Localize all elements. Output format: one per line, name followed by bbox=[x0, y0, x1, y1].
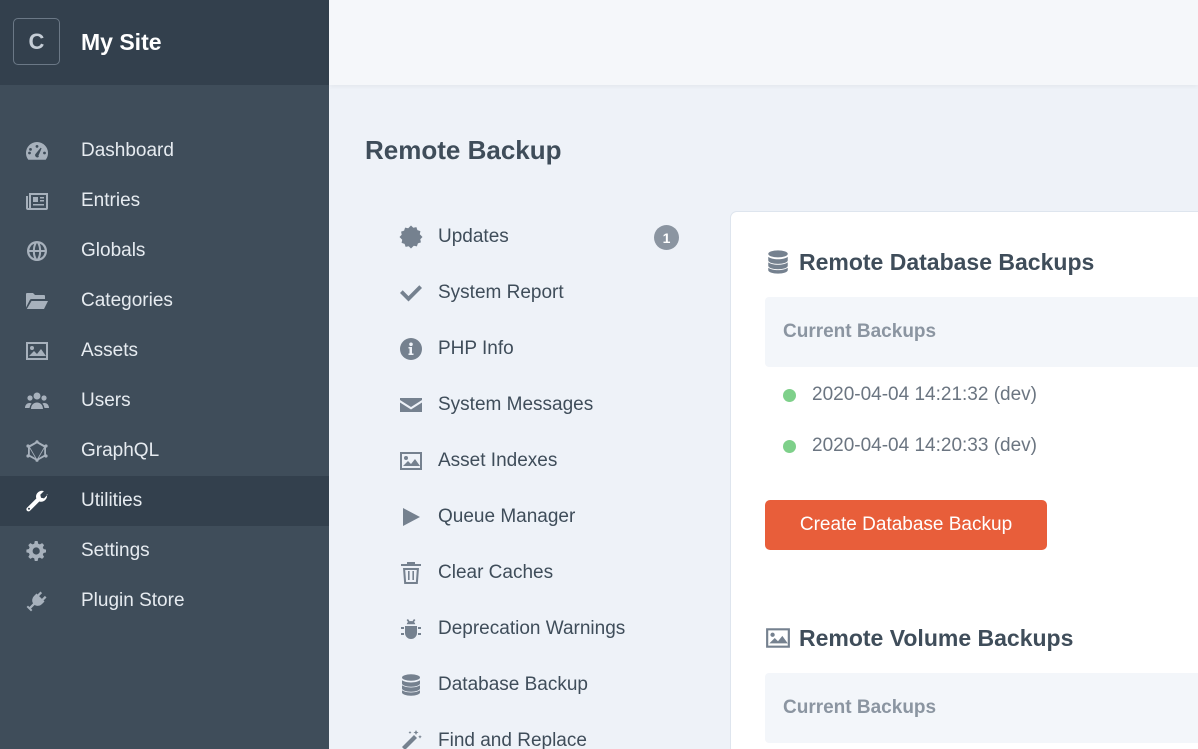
utility-item-label: Asset Indexes bbox=[438, 450, 558, 471]
globe-icon bbox=[24, 240, 50, 262]
bug-icon bbox=[398, 617, 424, 641]
utility-item-label: System Messages bbox=[438, 394, 594, 415]
folder-open-icon bbox=[24, 290, 50, 312]
utility-item-php-info[interactable]: PHP Info bbox=[398, 321, 698, 377]
sidebar-item-label: Utilities bbox=[81, 490, 143, 511]
sidebar-item-label: Settings bbox=[81, 540, 150, 561]
create-database-backup-button[interactable]: Create Database Backup bbox=[765, 500, 1047, 550]
sidebar: C My Site Dashboard Entries Globals Cate… bbox=[0, 0, 329, 749]
sidebar-item-globals[interactable]: Globals bbox=[0, 226, 329, 276]
utility-item-deprecation-warnings[interactable]: Deprecation Warnings bbox=[398, 601, 698, 657]
utility-item-label: Queue Manager bbox=[438, 506, 576, 527]
sidebar-item-label: Entries bbox=[81, 190, 141, 211]
list-item[interactable]: 2020-04-04 14:21:32 (dev) bbox=[783, 382, 1037, 408]
site-header: C My Site bbox=[0, 0, 329, 85]
volume-backups-table-header: Current Backups bbox=[765, 673, 1198, 743]
utility-item-label: Database Backup bbox=[438, 674, 588, 695]
updates-count-badge: 1 bbox=[654, 225, 679, 250]
volume-backups-header-label: Current Backups bbox=[783, 697, 937, 718]
site-name[interactable]: My Site bbox=[81, 27, 162, 57]
newspaper-icon bbox=[24, 190, 50, 212]
sidebar-item-settings[interactable]: Settings bbox=[0, 526, 329, 576]
sidebar-item-graphql[interactable]: GraphQL bbox=[0, 426, 329, 476]
envelope-icon bbox=[398, 393, 424, 417]
site-logo[interactable]: C bbox=[13, 18, 60, 65]
status-dot bbox=[783, 439, 796, 453]
backup-timestamp: 2020-04-04 14:20:33 (dev) bbox=[812, 435, 1037, 456]
utilities-nav: Updates 1 System Report PHP Info System … bbox=[398, 209, 698, 749]
sidebar-item-categories[interactable]: Categories bbox=[0, 276, 329, 326]
badge-gear-icon bbox=[398, 225, 424, 249]
db-backups-title: Remote Database Backups bbox=[799, 249, 1095, 275]
sidebar-item-utilities[interactable]: Utilities bbox=[0, 476, 329, 526]
sidebar-item-label: Dashboard bbox=[81, 140, 174, 161]
gear-icon bbox=[24, 540, 50, 562]
image-icon bbox=[24, 340, 50, 362]
magic-wand-icon bbox=[398, 729, 424, 749]
status-dot bbox=[783, 388, 796, 402]
image-icon bbox=[766, 628, 790, 648]
utility-item-label: Clear Caches bbox=[438, 562, 554, 583]
database-icon bbox=[768, 250, 788, 274]
utility-item-asset-indexes[interactable]: Asset Indexes bbox=[398, 433, 698, 489]
utility-item-label: Updates bbox=[438, 226, 509, 247]
sidebar-item-entries[interactable]: Entries bbox=[0, 176, 329, 226]
db-backups-heading: Remote Database Backups bbox=[765, 248, 1094, 276]
image-icon bbox=[398, 449, 424, 473]
backup-timestamp: 2020-04-04 14:21:32 (dev) bbox=[812, 384, 1037, 405]
utility-item-database-backup[interactable]: Database Backup bbox=[398, 657, 698, 713]
sidebar-item-label: Assets bbox=[81, 340, 139, 361]
db-backups-table-header: Current Backups bbox=[765, 297, 1198, 367]
sidebar-item-label: Categories bbox=[81, 290, 173, 311]
wrench-icon bbox=[24, 490, 50, 512]
sidebar-nav: Dashboard Entries Globals Categories Ass… bbox=[0, 126, 329, 626]
sidebar-item-assets[interactable]: Assets bbox=[0, 326, 329, 376]
db-backups-header-label: Current Backups bbox=[783, 321, 937, 342]
utility-item-label: System Report bbox=[438, 282, 564, 303]
dashboard-gauge-icon bbox=[24, 140, 50, 162]
info-circle-icon bbox=[398, 337, 424, 361]
utility-item-label: PHP Info bbox=[438, 338, 514, 359]
utility-item-updates[interactable]: Updates 1 bbox=[398, 209, 698, 265]
play-icon bbox=[398, 505, 424, 529]
utility-item-label: Deprecation Warnings bbox=[438, 618, 626, 639]
graphql-icon bbox=[24, 440, 50, 462]
utility-item-label: Find and Replace bbox=[438, 730, 587, 749]
sidebar-item-label: Plugin Store bbox=[81, 590, 185, 611]
sidebar-item-label: Globals bbox=[81, 240, 146, 261]
list-item[interactable]: 2020-04-04 14:20:33 (dev) bbox=[783, 433, 1037, 459]
utility-item-system-report[interactable]: System Report bbox=[398, 265, 698, 321]
plug-icon bbox=[24, 590, 50, 612]
sidebar-item-dashboard[interactable]: Dashboard bbox=[0, 126, 329, 176]
utility-item-system-messages[interactable]: System Messages bbox=[398, 377, 698, 433]
trash-icon bbox=[398, 561, 424, 585]
utility-item-queue-manager[interactable]: Queue Manager bbox=[398, 489, 698, 545]
sidebar-item-plugin-store[interactable]: Plugin Store bbox=[0, 576, 329, 626]
utility-item-clear-caches[interactable]: Clear Caches bbox=[398, 545, 698, 601]
top-bar bbox=[329, 0, 1198, 85]
utility-item-find-and-replace[interactable]: Find and Replace bbox=[398, 713, 698, 749]
sidebar-item-label: GraphQL bbox=[81, 440, 160, 461]
database-icon bbox=[398, 673, 424, 697]
volume-backups-heading: Remote Volume Backups bbox=[765, 624, 1073, 652]
users-icon bbox=[24, 390, 50, 412]
volume-backups-title: Remote Volume Backups bbox=[799, 625, 1074, 651]
sidebar-item-label: Users bbox=[81, 390, 131, 411]
checkmark-icon bbox=[398, 281, 424, 305]
sidebar-item-users[interactable]: Users bbox=[0, 376, 329, 426]
content-panel: Remote Database Backups Current Backups … bbox=[731, 212, 1198, 749]
page-title: Remote Backup bbox=[365, 135, 562, 165]
